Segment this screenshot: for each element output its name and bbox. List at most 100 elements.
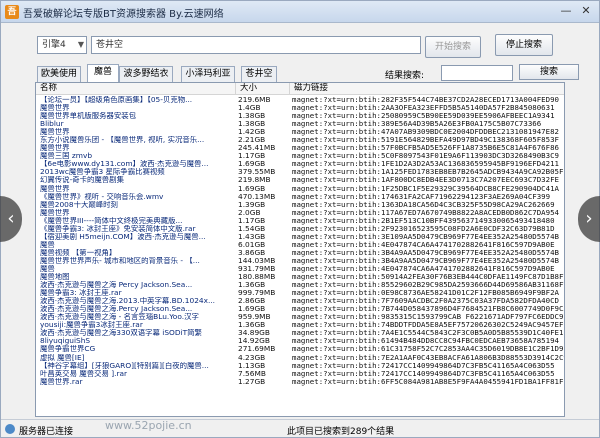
- table-row[interactable]: 2013wc魔兽争霸3 星际争霸比赛视频 379.55MB magnet:?xt=u…: [36, 168, 564, 177]
- row-size: 271.69MB: [238, 345, 276, 354]
- tab-hatano[interactable]: 波多野结衣: [119, 66, 173, 82]
- table-row[interactable]: 魔兽世界 1.4GB magnet:?xt=urn:btih:2AA3OFEA323…: [36, 104, 564, 113]
- row-name: 【论坛一员】【超级角色原画集】【05-贝克物...: [40, 96, 193, 104]
- row-name: 《魔兽世界III----简体中文终极完美典藏版...: [40, 216, 183, 225]
- row-magnet-link: magnet:?xt=urn:btih:1AF800DC8EDB4EE3D071…: [292, 176, 559, 185]
- app-logo-icon: 吾: [5, 5, 19, 19]
- table-row[interactable]: 波西·杰克逊与魔兽之海 - 名言笠瑙BLu.Yoo.汉字 959.9MB magne…: [36, 313, 564, 322]
- row-name: 《魔兽世界》视听 - 交响音乐会.wmv: [40, 192, 164, 201]
- row-name: 8liyuqiguiShS: [40, 337, 91, 346]
- row-name: 东方小说魔兽乐团 - 【魔兽世界, 视听, 实况音乐...: [40, 136, 205, 145]
- row-name: Bliblur: [40, 120, 64, 129]
- table-row[interactable]: 魔兽世界 1.69GB magnet:?xt=urn:btih:1F25DBC1F5…: [36, 184, 564, 193]
- row-name: 魔兽争霸3: 冰封王座.rar: [40, 289, 122, 298]
- row-size: 1.42GB: [238, 128, 266, 137]
- table-row[interactable]: 魔兽地图 180.88MB magnet:?xt=urn:btih:50914A2F…: [36, 273, 564, 282]
- table-row[interactable]: 波西·杰克逊与魔兽之海330双语字幕 iSODiT简繁 34.89GB magnet…: [36, 329, 564, 337]
- connection-status-text: 服务器已连接: [19, 427, 74, 437]
- row-size: 1.36GB: [238, 321, 266, 330]
- engine-select[interactable]: 引擎4 ▼: [37, 36, 87, 54]
- row-name: 魔兽地图: [40, 273, 70, 282]
- row-magnet-link: magnet:?xt=urn:btih:1FE1D2A3D2A53AC13683…: [292, 160, 559, 169]
- row-name: 魔兽世界.rar: [40, 377, 83, 386]
- row-size: 3.86GB: [238, 248, 266, 257]
- table-row[interactable]: 魔兽视频 【第一视角】 3.86GB magnet:?xt=urn:btih:3B4…: [36, 248, 564, 257]
- row-magnet-link: magnet:?xt=urn:btih:25080959C5B90EE59D03…: [292, 112, 555, 121]
- table-row[interactable]: 魔兽世界单机版服务器安装包 1.38GB magnet:?xt=urn:btih:2…: [36, 112, 564, 121]
- table-row[interactable]: 8liyuqiguiShS 14.92GB magnet:?xt=urn:btih:…: [36, 337, 564, 346]
- row-name: 【神谷字幕组】[牙狼GARO][特别篇][白夜的魔兽...: [40, 361, 209, 370]
- table-row[interactable]: 波西·杰克逊与魔兽之海 Percy Jackson.Sea... 1.36GB ma…: [36, 281, 564, 289]
- row-name: 魔兽: [40, 264, 55, 273]
- row-name: 虚拟 魔兽[IE]: [40, 353, 85, 362]
- row-size: 470.13MB: [238, 192, 276, 201]
- table-row[interactable]: 魔兽 931.79MB magnet:?xt=urn:btih:4E047874CA…: [36, 264, 564, 273]
- row-magnet-link: magnet:?xt=urn:btih:2F923016523595C08FD2…: [292, 224, 555, 233]
- row-magnet-link: magnet:?xt=urn:btih:6FF5C084A981AB8E5F9F…: [292, 377, 564, 386]
- tab-aoi[interactable]: 苍井空: [241, 66, 277, 82]
- row-size: 1.27GB: [238, 377, 266, 386]
- table-row[interactable]: 《魔兽世界》视听 - 交响音乐会.wmv 470.13MB magnet:?xt=u…: [36, 192, 564, 201]
- table-row[interactable]: 魔兽世界 2.0GB magnet:?xt=urn:btih:117A67ED7A6…: [36, 209, 564, 217]
- tab-bar: 欧美使用 魔兽 波多野结衣 小泽玛利亚 苍井空 结果搜索: 搜索: [1, 64, 599, 82]
- row-size: 1.13GB: [238, 361, 266, 370]
- table-row[interactable]: 魔兽2008十大巅峰时刻 1.39GB magnet:?xt=urn:btih:13…: [36, 200, 564, 209]
- table-row[interactable]: 幻翼传说-奇卡的魔兽剧集 219.8MB magnet:?xt=urn:btih:1…: [36, 176, 564, 185]
- results-list[interactable]: 名称 大小 磁力链接 【论坛一员】【超级角色原画集】【05-贝克物... 219.…: [35, 82, 565, 417]
- row-name: 魔兽世界: [40, 184, 70, 193]
- row-size: 4.23GB: [238, 353, 266, 362]
- row-magnet-link: magnet:?xt=urn:btih:9835315C1593799CAB F…: [292, 313, 564, 322]
- table-row[interactable]: 【论坛一员】【超级角色原画集】【05-贝克物... 219.6MB magnet:?…: [36, 96, 564, 104]
- minimize-button[interactable]: —: [557, 3, 575, 19]
- row-magnet-link: magnet:?xt=urn:btih:4E047874CA6A47417028…: [292, 240, 555, 249]
- filter-search-button[interactable]: 搜索: [519, 64, 579, 80]
- table-row[interactable]: 魔兽世界.rar 1.27GB magnet:?xt=urn:btih:6FF5C0…: [36, 377, 564, 386]
- close-button[interactable]: ✕: [577, 3, 595, 19]
- row-size: 959.9MB: [238, 313, 271, 322]
- filter-input[interactable]: [441, 65, 513, 81]
- row-size: 14.92GB: [238, 337, 270, 346]
- table-row[interactable]: 魔兽世界 245.41MB magnet:?xt=urn:btih:57F0BCFB…: [36, 144, 564, 153]
- row-name: 【宿迎美剧 H5meijn.COM】波西·杰克逊与魔兽...: [40, 232, 206, 241]
- row-magnet-link: magnet:?xt=urn:btih:57F0BCFB5AD5E526FF1A…: [292, 144, 559, 153]
- table-row[interactable]: 东方小说魔兽乐团 - 【魔兽世界, 视听, 实况音乐... 2.21GB magne…: [36, 136, 564, 145]
- table-row[interactable]: 【宿迎美剧 H5meijn.COM】波西·杰克逊与魔兽... 1.43GB magn…: [36, 232, 564, 241]
- table-row[interactable]: 波西·杰克逊与魔兽之海.Percy Jackson.Sea... 1.69GB ma…: [36, 305, 564, 313]
- table-row[interactable]: Bliblur 1.38GB magnet:?xt=urn:btih:389E56A…: [36, 120, 564, 129]
- column-header-name[interactable]: 名称: [36, 83, 236, 95]
- start-search-button[interactable]: 开始搜索: [425, 36, 481, 58]
- table-row[interactable]: 虚拟 魔兽[IE] 4.23GB magnet:?xt=urn:btih:7E2A1…: [36, 353, 564, 362]
- tab-europe-america[interactable]: 欧美使用: [37, 66, 81, 82]
- keyword-input[interactable]: 苍井空: [91, 36, 421, 54]
- tab-warcraft[interactable]: 魔兽: [87, 64, 119, 82]
- table-row[interactable]: 魔兽世界 1.42GB magnet:?xt=urn:btih:47A07AB930…: [36, 128, 564, 137]
- row-size: 379.55MB: [238, 168, 276, 177]
- row-name: 魔兽视频 【第一视角】: [40, 248, 117, 257]
- table-row[interactable]: 魔兽争霸3: 冰封王座.rar 999.79MB magnet:?xt=urn:bt…: [36, 289, 564, 298]
- table-row[interactable]: 魔兽 6.01GB magnet:?xt=urn:btih:4E047874CA6A…: [36, 240, 564, 249]
- table-row[interactable]: 魔兽争霸世界CG 271.69MB magnet:?xt=urn:btih:61C3…: [36, 345, 564, 354]
- table-row[interactable]: 【神谷字幕组】[牙狼GARO][特别篇][白夜的魔兽... 1.13GB magne…: [36, 361, 564, 370]
- row-name: 魔兽世界: [40, 144, 70, 153]
- row-magnet-link: magnet:?xt=urn:btih:4E047874CA6A47417028…: [292, 264, 555, 273]
- status-bar: 服务器已连接 此项目已搜索到289个结果: [1, 419, 599, 437]
- engine-select-value: 引擎4: [42, 40, 66, 50]
- table-row[interactable]: 叶昌英交易 魔兽交易 ].rar 7.56MB magnet:?xt=urn:bti…: [36, 370, 564, 378]
- table-row[interactable]: 魔兽三国 zmvb 1.17GB magnet:?xt=urn:btih:5C0F8…: [36, 152, 564, 160]
- row-name: 魔兽: [40, 240, 55, 249]
- row-name: 魔兽争霸世界CG: [40, 345, 96, 354]
- table-row[interactable]: 《魔兽争霸3: 冰封王座》免安装简体中文版.rar 1.54GB magnet:?x…: [36, 224, 564, 233]
- table-row[interactable]: 魔兽世界世界声乐- 城市和地区的背景音乐 - 【... 144.03MB magne…: [36, 257, 564, 265]
- row-size: 1.4GB: [238, 104, 261, 113]
- column-header-size[interactable]: 大小: [236, 83, 290, 95]
- row-size: 999.79MB: [238, 289, 276, 298]
- stop-search-button[interactable]: 停止搜索: [495, 34, 553, 56]
- row-name: 魔兽2008十大巅峰时刻: [40, 200, 118, 209]
- column-header-magnet[interactable]: 磁力链接: [290, 83, 564, 95]
- table-row[interactable]: 波西·杰克逊与魔兽之海.2013.中英字幕.BD.1024x... 2.86GB m…: [36, 297, 564, 305]
- row-size: 245.41MB: [238, 144, 276, 153]
- table-row[interactable]: 《魔兽世界III----简体中文终极完美典藏版... 1.17GB magnet:?…: [36, 216, 564, 225]
- tab-ozawa[interactable]: 小泽玛利亚: [181, 66, 235, 82]
- table-row[interactable]: 【6e电影www.dy131.com】波西·杰克逊与魔兽... 1.69GB mag…: [36, 160, 564, 169]
- table-row[interactable]: yousiji:魔兽争霸3冰封王座.rar 1.36GB magnet:?xt=ur…: [36, 321, 564, 330]
